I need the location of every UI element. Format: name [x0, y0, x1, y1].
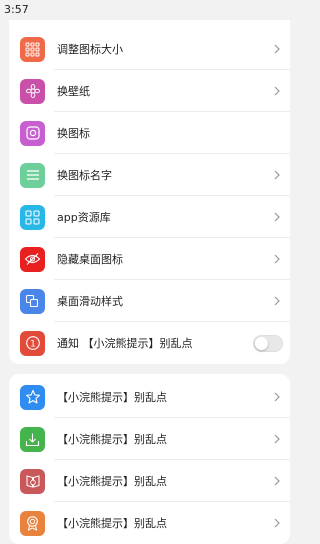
settings-item-wallpaper[interactable]: 换壁纸 — [9, 70, 290, 112]
notice-icon: 1 — [20, 330, 45, 356]
star-icon — [20, 384, 45, 410]
chevron-right-icon — [272, 210, 282, 224]
tips-item[interactable]: 【小浣熊提示】别乱点 — [9, 376, 290, 418]
chevron-right-icon — [272, 168, 282, 182]
settings-item-hide-icons[interactable]: 隐藏桌面图标 — [9, 238, 290, 280]
badge-icon — [20, 510, 45, 536]
settings-item-label: 通知 【小浣熊提示】别乱点 — [57, 337, 193, 350]
settings-item-icon-size[interactable]: 调整图标大小 — [9, 28, 290, 70]
grid-icon — [20, 36, 45, 62]
svg-text:1: 1 — [30, 339, 36, 349]
settings-item-rename-icon[interactable]: 换图标名字 — [9, 154, 290, 196]
settings-item-notification: 1 通知 【小浣熊提示】别乱点 — [9, 322, 290, 364]
eye-hidden-icon — [20, 246, 45, 272]
settings-item-label: 换壁纸 — [57, 85, 90, 98]
toggle-knob — [255, 336, 268, 350]
tips-item-label: 【小浣熊提示】别乱点 — [57, 475, 167, 488]
settings-item-label: 桌面滑动样式 — [57, 295, 123, 308]
book-icon — [20, 468, 45, 494]
settings-item-label: 换图标名字 — [57, 169, 112, 182]
settings-item-app-library[interactable]: app资源库 — [9, 196, 290, 238]
status-time: 3:57 — [4, 3, 29, 16]
chevron-right-icon — [272, 516, 282, 530]
settings-item-label: 换图标 — [57, 127, 90, 140]
chevron-right-icon — [272, 390, 282, 404]
download-icon — [20, 426, 45, 452]
settings-item-change-icon[interactable]: 换图标 — [9, 112, 290, 154]
tips-item[interactable]: 【小浣熊提示】别乱点 — [9, 460, 290, 502]
tips-card: 【小浣熊提示】别乱点 【小浣熊提示】别乱点 【小浣熊提示】别乱点 【小浣熊提示】… — [9, 374, 290, 544]
lines-icon — [20, 162, 45, 188]
settings-item-label: 隐藏桌面图标 — [57, 253, 123, 266]
settings-item-scroll-style[interactable]: 桌面滑动样式 — [9, 280, 290, 322]
notification-toggle[interactable] — [253, 334, 283, 352]
tips-item-label: 【小浣熊提示】别乱点 — [57, 517, 167, 530]
tips-item[interactable]: 【小浣熊提示】别乱点 — [9, 502, 290, 544]
tips-item-label: 【小浣熊提示】别乱点 — [57, 391, 167, 404]
flower-icon — [20, 78, 45, 104]
chevron-right-icon — [272, 42, 282, 56]
chevron-right-icon — [272, 474, 282, 488]
settings-item-label: app资源库 — [57, 211, 111, 224]
tips-item-label: 【小浣熊提示】别乱点 — [57, 433, 167, 446]
status-bar: 3:57 — [0, 0, 304, 22]
chevron-right-icon — [272, 294, 282, 308]
settings-card: 调整图标大小 换壁纸 换图标 换图标名字 app资源库 隐藏桌面图标 桌面滑动样… — [9, 20, 290, 364]
chevron-right-icon — [272, 252, 282, 266]
layers-icon — [20, 288, 45, 314]
chevron-right-icon — [272, 84, 282, 98]
square-icon — [20, 120, 45, 146]
tips-item[interactable]: 【小浣熊提示】别乱点 — [9, 418, 290, 460]
app-library-icon — [20, 204, 45, 230]
settings-item-label: 调整图标大小 — [57, 43, 123, 56]
chevron-right-icon — [272, 432, 282, 446]
